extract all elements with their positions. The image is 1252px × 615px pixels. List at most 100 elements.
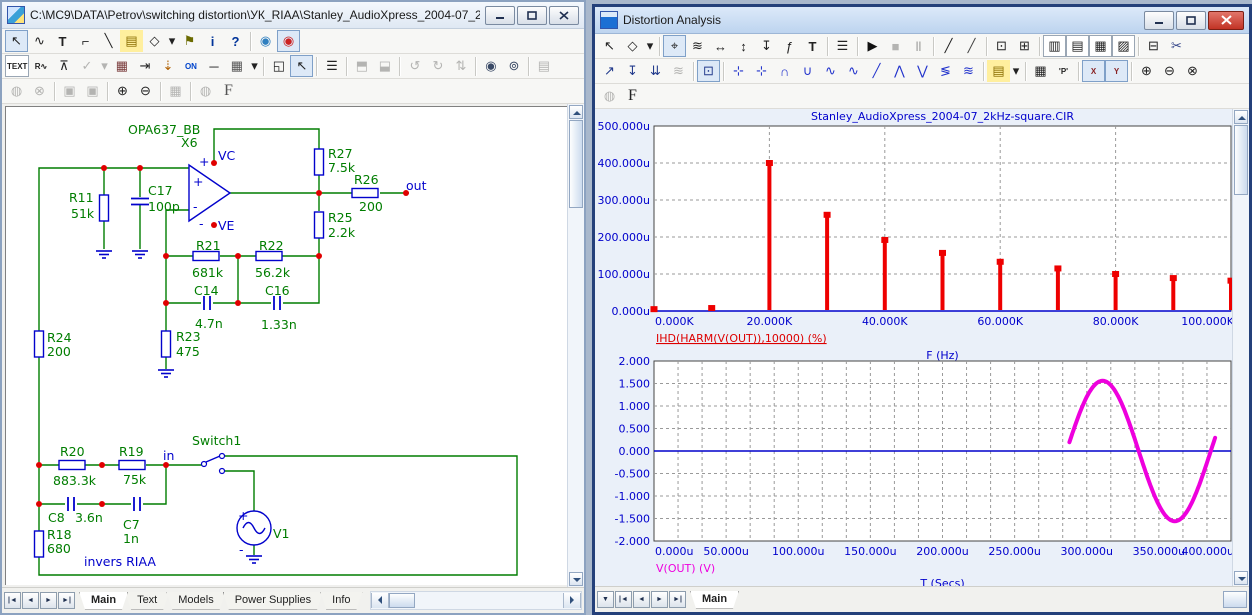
zoom-box-button[interactable]: ⊗ [1181,60,1204,82]
shape-picker-tool[interactable]: ◇ [143,30,166,52]
valley-button[interactable]: ∪ [796,60,819,82]
vscroll-thumb[interactable] [569,120,583,208]
flip-button[interactable]: ⇅ [449,55,472,77]
resistor[interactable] [59,461,85,470]
zoom-out-button[interactable]: ⊖ [1158,60,1181,82]
select-tool[interactable]: ↖ [5,30,28,52]
page-tab-models[interactable]: Models [166,592,225,610]
page-tab-text[interactable]: Text [125,592,169,610]
help-mode-tool[interactable]: ? [224,30,247,52]
zoom-out-button[interactable]: ⊖ [134,80,157,102]
hscroll-track[interactable] [415,593,563,608]
zoom-in-button[interactable]: ⊕ [1135,60,1158,82]
zoom-in-button[interactable]: ⊕ [111,80,134,102]
schematic-titlebar[interactable]: C:\MC9\DATA\Petrov\switching distortion\… [2,2,584,29]
next-page-button[interactable]: ► [40,592,57,609]
vscroll-thumb[interactable] [1234,125,1248,195]
properties-button[interactable]: ☰ [831,35,854,57]
scroll-left-button[interactable] [371,593,389,608]
scroll-up-button[interactable] [1234,110,1248,124]
first-page-button[interactable]: |◄ [615,591,632,608]
inflection-button[interactable]: ⋀ [888,60,911,82]
cursor-line-tool[interactable]: ✂ [1165,35,1188,57]
pattern-vlines-button[interactable]: ▥ [1043,35,1066,57]
go-to-dropdown[interactable]: ▾ [1010,60,1022,82]
data-points-toggle[interactable]: ⊡ [697,60,720,82]
resistor[interactable] [100,195,109,221]
last-page-button[interactable]: ►| [58,592,75,609]
series-legend[interactable]: V(OUT) (V) [656,562,715,575]
maximize-button[interactable] [1176,11,1206,30]
stop-button[interactable]: ■ [884,35,907,57]
cursor-branch-button[interactable]: ⇊ [644,60,667,82]
global-low-button[interactable]: ≶ [934,60,957,82]
resistor[interactable] [162,331,171,357]
page-tab-main[interactable]: Main [690,591,739,609]
vip-mode-button[interactable]: ✓ [75,55,98,77]
find-part-button[interactable]: ◉ [479,55,502,77]
shape-picker-dropdown[interactable]: ▾ [166,30,178,52]
resistor[interactable] [315,212,324,238]
find-text-button[interactable]: ⊚ [502,55,525,77]
text-tool[interactable]: T [51,30,74,52]
series-legend[interactable]: IHD(HARM(V(OUT)),10000) (%) [656,332,827,345]
page-tab-main[interactable]: Main [79,592,128,610]
globe-button[interactable]: ◍ [194,80,217,102]
slider-button[interactable]: ▦ [110,55,133,77]
select-region-mode[interactable]: ⊡ [990,35,1013,57]
low-button[interactable]: ∿ [842,60,865,82]
schematic-hscrollbar[interactable] [370,591,582,610]
vertical-tag-mode[interactable]: ↕ [732,35,755,57]
pattern-hlines-button[interactable]: ▤ [1066,35,1089,57]
text-tool[interactable]: T [801,35,824,57]
ortho-wire-tool[interactable]: ⌐ [74,30,97,52]
switch-contact[interactable] [220,454,225,459]
node-snap-toggle[interactable]: ⇥ [133,55,156,77]
scroll-down-button[interactable] [1234,571,1248,585]
last-page-button[interactable]: ►| [669,591,686,608]
single-plot-button[interactable]: ⊟ [1142,35,1165,57]
rotate-ccw-button[interactable]: ↺ [403,55,426,77]
diagonal-line-tool[interactable]: ╲ [97,30,120,52]
resistor[interactable] [35,331,44,357]
y-scale-lock[interactable]: Y [1105,60,1128,82]
text-grid-button[interactable]: TEXT [5,55,29,77]
scroll-right-button[interactable] [563,593,581,608]
horizontal-tag-mode[interactable]: ↔ [709,35,732,57]
copy-page-button[interactable]: ▣ [58,80,81,102]
x-scale-lock[interactable]: X [1082,60,1105,82]
step-button[interactable]: ◍ [5,80,28,102]
font-button[interactable]: F [621,85,644,107]
info-tool[interactable]: i [201,30,224,52]
resistor[interactable] [119,461,145,470]
properties-button[interactable]: ☰ [320,55,343,77]
zoom-area-button[interactable]: ⬒ [350,55,373,77]
plot-select-dropdown[interactable]: ▼ [597,591,614,608]
maximize-button[interactable] [517,6,547,25]
hscroll-thumb-fragment[interactable] [1223,591,1247,608]
switch-contact[interactable] [202,462,207,467]
pattern-columns-button[interactable]: ▨ [1112,35,1135,57]
rotate-cw-button[interactable]: ↻ [426,55,449,77]
connector-toggle[interactable]: ─ [202,55,225,77]
scroll-up-button[interactable] [569,105,583,119]
analysis-vscrollbar[interactable] [1232,109,1249,586]
shape-picker-tool[interactable]: ◇ [621,35,644,57]
resistor[interactable] [315,149,324,175]
switch-blade[interactable] [206,456,220,462]
analysis-titlebar[interactable]: Distortion Analysis [595,7,1249,34]
resistor[interactable] [352,189,378,198]
smooth-waves-button[interactable]: ≋ [667,60,690,82]
scroll-down-button[interactable] [569,572,583,586]
page-tab-power-supplies[interactable]: Power Supplies [223,592,323,610]
image-button[interactable]: ▦ [164,80,187,102]
vertical-cursor-button[interactable]: ⊹ [750,60,773,82]
schematic-canvas[interactable]: OPA637_BBX6VCVE+-+-R1151kC17100pR21681kR… [7,108,553,585]
web-info-button[interactable]: ◉ [254,30,277,52]
grid-dropdown[interactable]: ▾ [248,55,260,77]
pan-view-button[interactable]: ⬓ [373,55,396,77]
flag-tool[interactable]: ⚑ [178,30,201,52]
font-button[interactable]: F [217,80,240,102]
high-button[interactable]: ∿ [819,60,842,82]
prev-page-button[interactable]: ◄ [22,592,39,609]
